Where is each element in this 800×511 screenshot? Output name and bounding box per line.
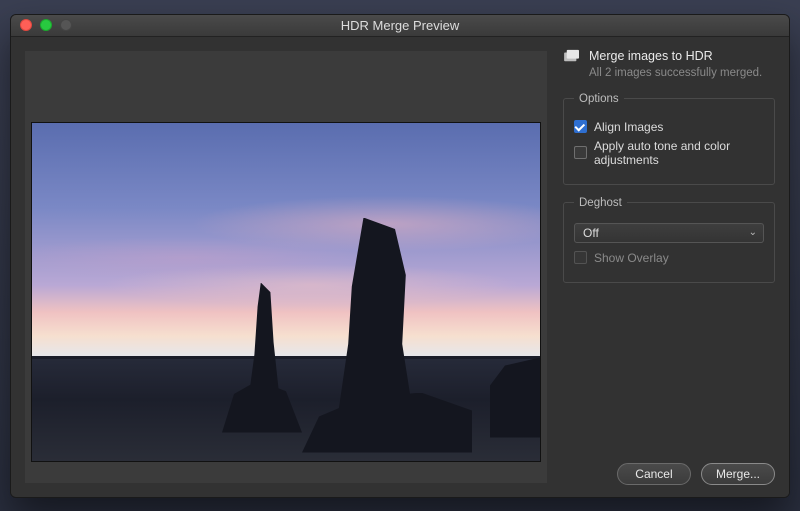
window-controls <box>11 19 72 31</box>
auto-tone-row[interactable]: Apply auto tone and color adjustments <box>574 139 764 167</box>
merged-image-preview[interactable] <box>31 122 541 462</box>
deghost-selected-value: Off <box>583 226 599 240</box>
content-area: Merge images to HDR All 2 images success… <box>11 37 789 497</box>
deghost-group: Deghost Off ⌄ Show Overlay <box>563 197 775 283</box>
window-title: HDR Merge Preview <box>11 18 789 33</box>
options-group: Options Align Images Apply auto tone and… <box>563 93 775 185</box>
chevron-down-icon: ⌄ <box>749 228 757 238</box>
merge-status-text: All 2 images successfully merged. <box>589 67 775 79</box>
dialog-footer: Cancel Merge... <box>563 453 775 485</box>
deghost-legend: Deghost <box>574 197 627 209</box>
show-overlay-checkbox <box>574 251 587 264</box>
titlebar: HDR Merge Preview <box>11 15 789 37</box>
align-images-label: Align Images <box>594 120 663 134</box>
merge-header: Merge images to HDR <box>563 49 775 63</box>
show-overlay-row: Show Overlay <box>574 251 764 265</box>
deghost-amount-select[interactable]: Off ⌄ <box>574 223 764 243</box>
hdr-merge-preview-window: HDR Merge Preview <box>10 14 790 498</box>
zoom-window-button <box>60 19 72 31</box>
align-images-checkbox[interactable] <box>574 120 587 133</box>
options-legend: Options <box>574 93 624 105</box>
preview-viewport <box>25 51 547 483</box>
side-panel: Merge images to HDR All 2 images success… <box>557 37 789 497</box>
close-window-button[interactable] <box>20 19 32 31</box>
minimize-window-button[interactable] <box>40 19 52 31</box>
merge-button[interactable]: Merge... <box>701 463 775 485</box>
merge-header-label: Merge images to HDR <box>589 49 713 63</box>
auto-tone-label: Apply auto tone and color adjustments <box>594 139 764 167</box>
preview-pane <box>11 37 557 497</box>
cancel-button[interactable]: Cancel <box>617 463 691 485</box>
align-images-row[interactable]: Align Images <box>574 120 764 134</box>
auto-tone-checkbox[interactable] <box>574 146 587 159</box>
show-overlay-label: Show Overlay <box>594 251 669 265</box>
hdr-stack-icon <box>563 49 581 63</box>
